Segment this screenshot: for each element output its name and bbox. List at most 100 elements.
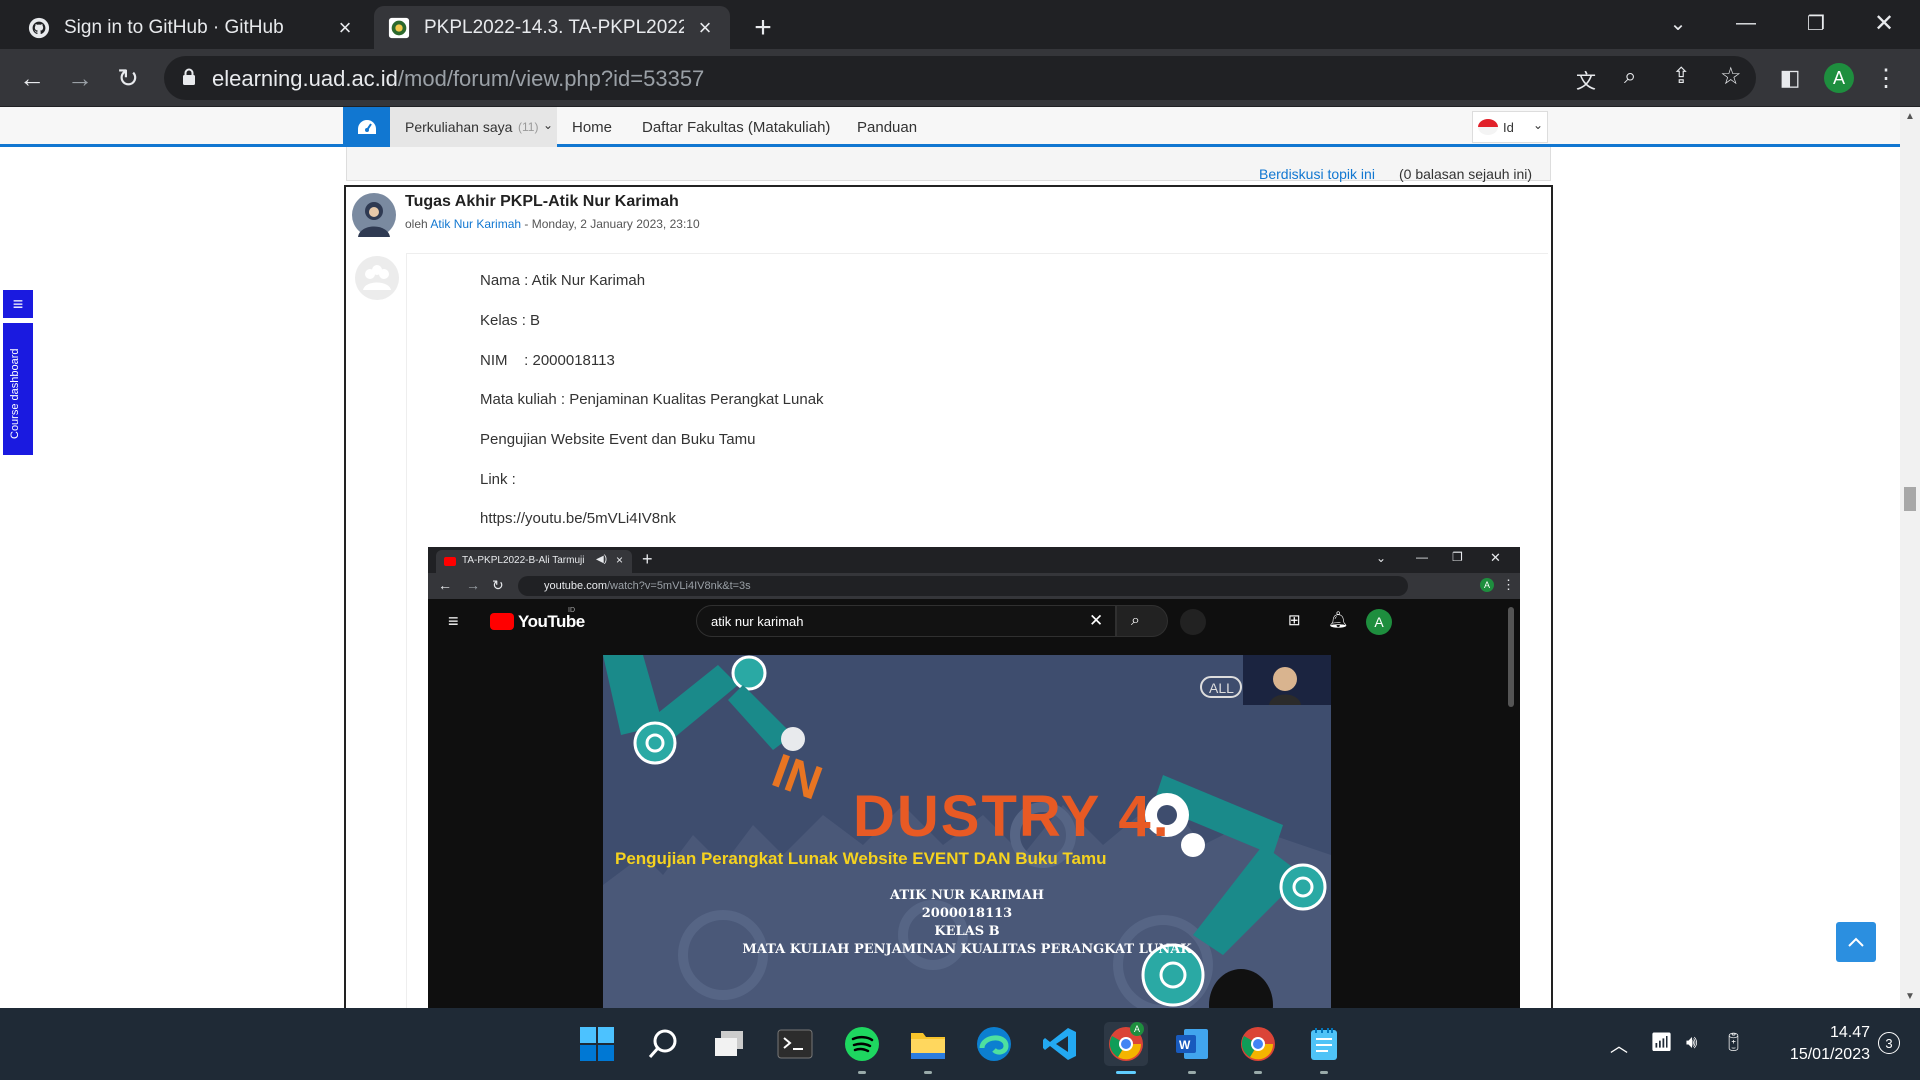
show-hidden-icons-icon[interactable]: ︿ <box>1610 1032 1628 1058</box>
tab-title: Sign in to GitHub · GitHub <box>64 16 284 38</box>
previous-post-strip: Berdiskusi topik ini (0 balasan sejauh i… <box>346 141 1551 182</box>
running-indicator <box>1254 1071 1262 1074</box>
scrollbar-thumb[interactable] <box>1904 487 1916 511</box>
chrome-profile-badge: A <box>1130 1022 1144 1036</box>
file-explorer-app[interactable] <box>906 1022 950 1074</box>
meta-prefix: oleh <box>405 217 428 231</box>
running-indicator <box>1320 1071 1328 1074</box>
chrome-icon <box>1241 1027 1275 1061</box>
create-video-icon: ⊞ <box>1288 612 1301 629</box>
restore-button[interactable]: ❐ <box>1796 8 1836 38</box>
notepad-app[interactable] <box>1302 1022 1346 1074</box>
page-viewport: Berdiskusi topik ini (0 balasan sejauh i… <box>0 107 1920 1008</box>
course-dashboard-label: Course dashboard <box>9 348 21 439</box>
search-icon: ⌕ <box>1131 612 1140 629</box>
tab-github[interactable]: Sign in to GitHub · GitHub × <box>14 6 370 49</box>
task-view-button[interactable] <box>707 1022 751 1066</box>
search-button[interactable] <box>641 1022 685 1066</box>
tab-search-icon[interactable]: ⌄ <box>1658 8 1698 38</box>
terminal-icon <box>777 1029 813 1059</box>
nav-faculty-list[interactable]: Daftar Fakultas (Matakuliah) <box>642 119 830 136</box>
vscode-app[interactable] <box>1038 1022 1082 1066</box>
wifi-icon[interactable]: 📶︎ <box>1650 1032 1673 1053</box>
scroll-up-arrow-icon[interactable]: ▲ <box>1905 111 1915 122</box>
embedded-profile-avatar: A <box>1480 578 1494 592</box>
start-button[interactable] <box>575 1022 619 1066</box>
translate-icon[interactable]: 文 <box>1576 65 1596 94</box>
embedded-screenshot: TA-PKPL2022-B-Ali Tarmuji-2 ◀) × + ⌄ — ❐… <box>428 547 1520 1008</box>
new-tab-button[interactable]: + <box>744 9 782 47</box>
side-panel-icon[interactable]: ◧ <box>1772 60 1808 96</box>
youtube-logo-icon <box>490 613 514 630</box>
running-indicator <box>924 1071 932 1074</box>
video-credit-nim: 2000018113 <box>921 906 1013 921</box>
tab-pkpl[interactable]: PKPL2022-14.3. TA-PKPL2022-04 × <box>374 6 730 49</box>
scroll-down-arrow-icon[interactable]: ▼ <box>1905 991 1915 1002</box>
chrome-app-active[interactable]: A <box>1104 1022 1148 1074</box>
profile-avatar[interactable]: A <box>1824 63 1854 93</box>
youtube-header: ≡ YouTube ID atik nur karimah ✕ ⌕ ⊞ 🔔︎ A <box>428 599 1520 643</box>
close-window-button[interactable]: ✕ <box>1864 8 1904 38</box>
author-link[interactable]: Atik Nur Karimah <box>430 217 521 231</box>
back-icon[interactable]: ← <box>14 60 50 96</box>
language-selector[interactable]: Id ⌄ <box>1472 111 1548 143</box>
close-tab-icon[interactable]: × <box>694 15 716 40</box>
post-video-link[interactable]: https://youtu.be/5mVLi4IV8nk <box>480 510 676 527</box>
zoom-icon[interactable]: ⌕ <box>1624 63 1636 89</box>
browser-tab-strip: Sign in to GitHub · GitHub × PKPL2022-14… <box>0 0 1920 49</box>
clock-time: 14.47 <box>1829 1024 1870 1041</box>
close-tab-icon[interactable]: × <box>334 15 356 40</box>
menu-icon[interactable]: ⋮ <box>1868 60 1904 96</box>
drawer-toggle[interactable]: ≡ <box>3 290 33 318</box>
spotify-app[interactable] <box>840 1022 884 1074</box>
volume-icon[interactable]: 🔊︎ <box>1686 1032 1697 1053</box>
page-scrollbar[interactable]: ▲ ▼ <box>1900 107 1920 1008</box>
terminal-app[interactable] <box>773 1022 817 1066</box>
battery-icon[interactable]: 🔋︎ <box>1722 1032 1745 1053</box>
minimize-button[interactable]: — <box>1726 8 1766 38</box>
forward-icon[interactable]: → <box>62 60 98 96</box>
search-icon <box>648 1029 677 1058</box>
course-dashboard-tab[interactable]: Course dashboard <box>3 323 33 455</box>
spotify-icon <box>845 1027 879 1061</box>
nav-home[interactable]: Home <box>572 119 612 136</box>
youtube-search-box: atik nur karimah ✕ <box>696 605 1116 637</box>
author-avatar[interactable] <box>352 193 396 237</box>
post-title[interactable]: Tugas Akhir PKPL-Atik Nur Karimah <box>405 193 679 211</box>
url-text: elearning.uad.ac.id/mod/forum/view.php?i… <box>212 66 705 91</box>
my-courses-menu[interactable]: Perkuliahan saya (11) ⌄ <box>390 107 557 147</box>
reload-icon[interactable]: ↻ <box>110 60 146 96</box>
dashboard-button[interactable] <box>343 107 390 147</box>
bookmark-star-icon[interactable]: ☆ <box>1720 62 1742 91</box>
site-navbar: Perkuliahan saya (11) ⌄ Home Daftar Faku… <box>0 107 1900 147</box>
video-frame: ALL IN DUSTRY 4. Pengujian Perangkat Lun… <box>603 655 1331 1008</box>
system-clock[interactable]: 14.47 15/01/2023 <box>1760 1022 1870 1066</box>
share-icon[interactable]: ⇪ <box>1672 63 1690 89</box>
video-badge-text: ALL <box>1209 680 1234 696</box>
embedded-menu-icon: ⋮ <box>1502 577 1515 592</box>
youtube-search-value: atik nur karimah <box>711 614 804 629</box>
scroll-to-top-button[interactable] <box>1836 922 1876 962</box>
post-line-link-label: Link : <box>480 471 516 488</box>
dashboard-gauge-icon <box>357 120 376 134</box>
address-bar[interactable]: elearning.uad.ac.id/mod/forum/view.php?i… <box>164 56 1756 100</box>
notification-count-badge[interactable]: 3 <box>1878 1032 1900 1054</box>
discuss-topic-link[interactable]: Berdiskusi topik ini <box>1259 166 1375 182</box>
folder-icon <box>911 1033 945 1059</box>
edge-app[interactable] <box>972 1022 1016 1066</box>
chrome-app-second[interactable] <box>1236 1022 1280 1074</box>
reply-count: (0 balasan sejauh ini) <box>1399 166 1533 182</box>
running-indicator <box>858 1071 866 1074</box>
embedded-tab-title: TA-PKPL2022-B-Ali Tarmuji-2 <box>462 555 584 566</box>
post-line-topic: Pengujian Website Event dan Buku Tamu <box>480 431 756 448</box>
post-meta: oleh Atik Nur Karimah - Monday, 2 Januar… <box>405 217 700 231</box>
running-indicator <box>1188 1071 1196 1074</box>
video-subtitle: Pengujian Perangkat Lunak Website EVENT … <box>615 849 1107 868</box>
nav-guide[interactable]: Panduan <box>857 119 917 136</box>
clear-search-icon: ✕ <box>1089 611 1104 630</box>
youtube-avatar: A <box>1366 609 1392 635</box>
uad-icon <box>388 17 410 38</box>
video-heading-dustry: DUSTRY 4. <box>853 784 1171 849</box>
word-app[interactable]: W <box>1170 1022 1214 1074</box>
post-line-name: Nama : Atik Nur Karimah <box>480 272 646 289</box>
